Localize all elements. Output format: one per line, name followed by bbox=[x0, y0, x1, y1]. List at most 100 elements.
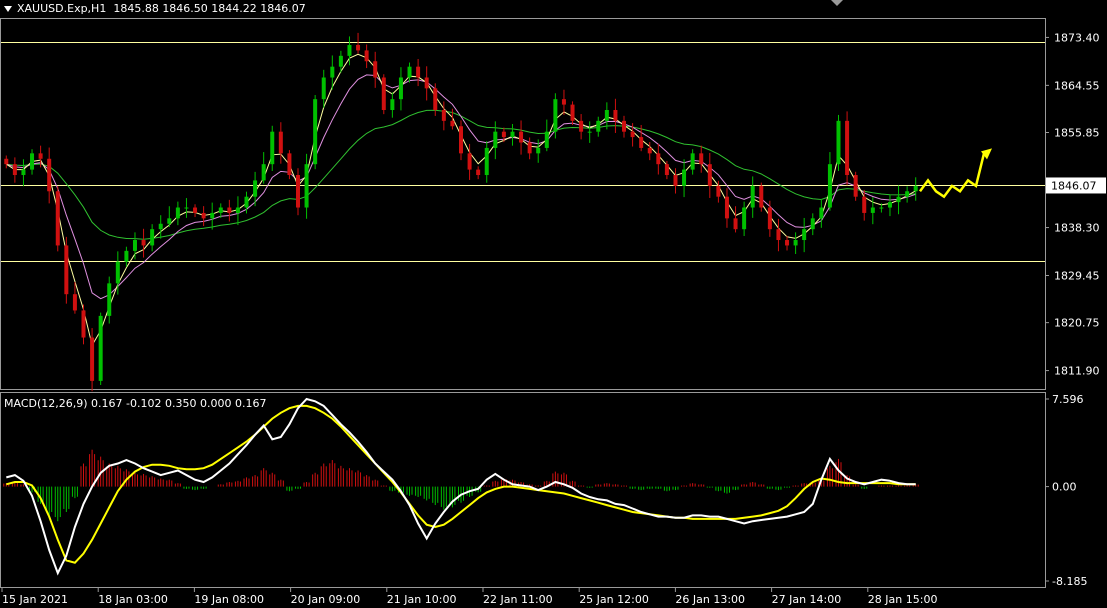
candle-body bbox=[124, 250, 129, 262]
candle-body bbox=[793, 240, 798, 246]
candle-body bbox=[90, 337, 95, 381]
candle-body bbox=[544, 131, 549, 148]
price-tick-label: 1838.30 bbox=[1054, 222, 1100, 235]
price-tick-label: 1811.90 bbox=[1054, 365, 1100, 378]
candle-body bbox=[132, 240, 137, 251]
candle-body bbox=[604, 110, 609, 121]
candle-body bbox=[527, 142, 532, 154]
candle-body bbox=[742, 207, 747, 230]
price-tick-label: 1873.40 bbox=[1054, 31, 1100, 44]
candle-body bbox=[673, 175, 678, 186]
candle-body bbox=[853, 175, 858, 197]
candle-body bbox=[501, 131, 506, 138]
candle-body bbox=[98, 315, 103, 381]
candle-body bbox=[913, 185, 918, 192]
candle-body bbox=[750, 185, 755, 208]
candle-body bbox=[21, 169, 26, 176]
candle-body bbox=[398, 77, 403, 100]
price-tick-label: 1855.85 bbox=[1054, 126, 1100, 139]
candle-body bbox=[887, 202, 892, 208]
candle-body bbox=[330, 66, 335, 78]
candle-body bbox=[295, 175, 300, 208]
candle-body bbox=[313, 99, 318, 165]
candle-body bbox=[682, 169, 687, 186]
symbol-label: XAUUSD.Exp,H1 bbox=[17, 2, 107, 15]
candle-body bbox=[167, 218, 172, 224]
candle-body bbox=[836, 120, 841, 165]
candle-body bbox=[158, 223, 163, 230]
candle-body bbox=[30, 153, 35, 170]
candle-body bbox=[433, 88, 438, 111]
candle-body bbox=[47, 158, 52, 192]
candle-body bbox=[72, 294, 77, 311]
candle-body bbox=[253, 180, 258, 197]
candle-body bbox=[845, 120, 850, 176]
candle-body bbox=[381, 77, 386, 111]
time-tick-label: 28 Jan 15:00 bbox=[868, 593, 938, 606]
candle-body bbox=[338, 55, 343, 67]
candle-body bbox=[390, 99, 395, 111]
candle-body bbox=[347, 45, 352, 56]
candle-body bbox=[699, 153, 704, 165]
candle-body bbox=[896, 196, 901, 203]
candle-body bbox=[510, 131, 515, 138]
candle-body bbox=[785, 240, 790, 246]
candle-body bbox=[175, 207, 180, 219]
candle-body bbox=[278, 131, 283, 154]
candle-body bbox=[802, 229, 807, 241]
candle-body bbox=[716, 185, 721, 197]
macd-tick-label: 7.596 bbox=[1052, 393, 1084, 406]
candle-body bbox=[373, 61, 378, 78]
candle-body bbox=[150, 229, 155, 246]
chart-header: XAUUSD.Exp,H1 1845.88 1846.50 1844.22 18… bbox=[4, 2, 306, 15]
candle-body bbox=[476, 169, 481, 176]
candle-body bbox=[613, 110, 618, 121]
candle-body bbox=[561, 99, 566, 105]
candle-body bbox=[493, 131, 498, 148]
time-tick-label: 25 Jan 12:00 bbox=[579, 593, 649, 606]
candle-body bbox=[639, 137, 644, 148]
candle-body bbox=[819, 207, 824, 219]
candle-body bbox=[450, 120, 455, 127]
time-tick-label: 20 Jan 09:00 bbox=[291, 593, 361, 606]
candle-body bbox=[767, 207, 772, 230]
candle-body bbox=[467, 153, 472, 170]
candle-body bbox=[193, 207, 198, 213]
candle-body bbox=[827, 164, 832, 208]
candle-body bbox=[4, 158, 9, 165]
chart-canvas[interactable]: 1873.40 1864.55 1855.85 1846.07 1838.30 1829.… bbox=[0, 0, 1107, 608]
candle-body bbox=[12, 164, 17, 176]
time-tick-label: 21 Jan 10:00 bbox=[387, 593, 457, 606]
candle-body bbox=[227, 207, 232, 213]
candle-body bbox=[261, 164, 266, 181]
candle-body bbox=[587, 131, 592, 133]
candle-body bbox=[115, 261, 120, 284]
candle-body bbox=[905, 191, 910, 197]
candle-body bbox=[407, 66, 412, 78]
candle-body bbox=[622, 120, 627, 132]
time-tick-label: 15 Jan 2021 bbox=[2, 593, 68, 606]
candle-body bbox=[707, 164, 712, 186]
candle-body bbox=[553, 99, 558, 132]
candle-body bbox=[416, 66, 421, 78]
candle-body bbox=[862, 196, 867, 213]
candle-body bbox=[55, 191, 60, 246]
candle-body bbox=[364, 50, 369, 62]
candle-body bbox=[270, 131, 275, 165]
candle-body bbox=[107, 283, 112, 316]
candle-body bbox=[776, 229, 781, 241]
candle-body bbox=[664, 164, 669, 176]
menu-triangle-icon[interactable] bbox=[4, 6, 12, 12]
candle-body bbox=[64, 245, 69, 295]
candle-body bbox=[321, 77, 326, 100]
candle-body bbox=[38, 153, 43, 159]
candle-body bbox=[459, 126, 463, 154]
candle-body bbox=[596, 120, 601, 132]
candle-body bbox=[733, 218, 738, 230]
candle-body bbox=[141, 240, 146, 246]
candle-body bbox=[218, 207, 223, 213]
current-price-label: 1846.07 bbox=[1051, 179, 1097, 192]
candle-body bbox=[441, 110, 446, 121]
macd-tick-label: -8.185 bbox=[1052, 575, 1087, 588]
price-tick-label: 1864.55 bbox=[1054, 79, 1100, 92]
